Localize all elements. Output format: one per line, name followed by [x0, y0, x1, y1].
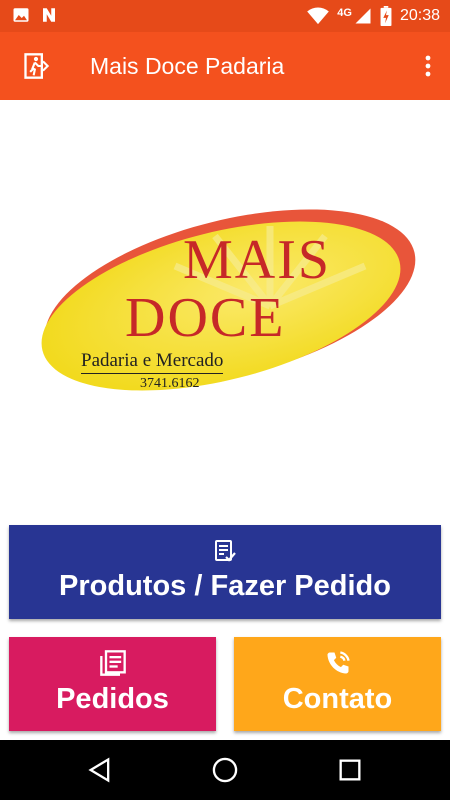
logo-title-line1: MAIS: [183, 229, 332, 291]
phone-icon: [327, 651, 350, 674]
page-title: Mais Doce Padaria: [90, 53, 285, 79]
overflow-menu-icon[interactable]: [420, 52, 436, 80]
contato-button-label: Contato: [282, 683, 393, 715]
clock: 20:38: [399, 7, 440, 24]
contato-button[interactable]: Contato: [234, 637, 441, 731]
orders-icon: [99, 650, 126, 676]
battery-charging-icon: [380, 6, 392, 26]
exit-door-icon[interactable]: [22, 52, 50, 80]
produtos-fazer-pedido-button[interactable]: Produtos / Fazer Pedido: [9, 525, 441, 619]
bakery-logo: MAIS DOCE Padaria e Mercado 3741.6162: [25, 196, 425, 420]
wifi-icon: [307, 7, 330, 25]
status-bar: 4G 20:38: [0, 0, 450, 32]
logo-phone: 3741.6162: [140, 376, 200, 391]
system-navigation-bar: [0, 740, 450, 800]
logo-text: MAIS DOCE Padaria e Mercado 3741.6162: [25, 196, 425, 420]
produtos-button-label: Produtos / Fazer Pedido: [59, 570, 391, 602]
network-type: 4G: [337, 7, 352, 19]
pedidos-button-label: Pedidos: [56, 683, 169, 715]
logo-subtitle: Padaria e Mercado: [81, 350, 224, 374]
logo-title-line2: DOCE: [125, 287, 286, 349]
image-icon: [13, 8, 29, 22]
app-toolbar: Mais Doce Padaria: [0, 32, 450, 100]
recents-icon[interactable]: [336, 756, 364, 784]
home-icon[interactable]: [211, 756, 239, 784]
back-icon[interactable]: [86, 756, 114, 784]
pedidos-button[interactable]: Pedidos: [9, 637, 216, 731]
signal-icon: [355, 8, 371, 24]
n-icon: [43, 8, 55, 22]
order-list-icon: [215, 540, 236, 562]
